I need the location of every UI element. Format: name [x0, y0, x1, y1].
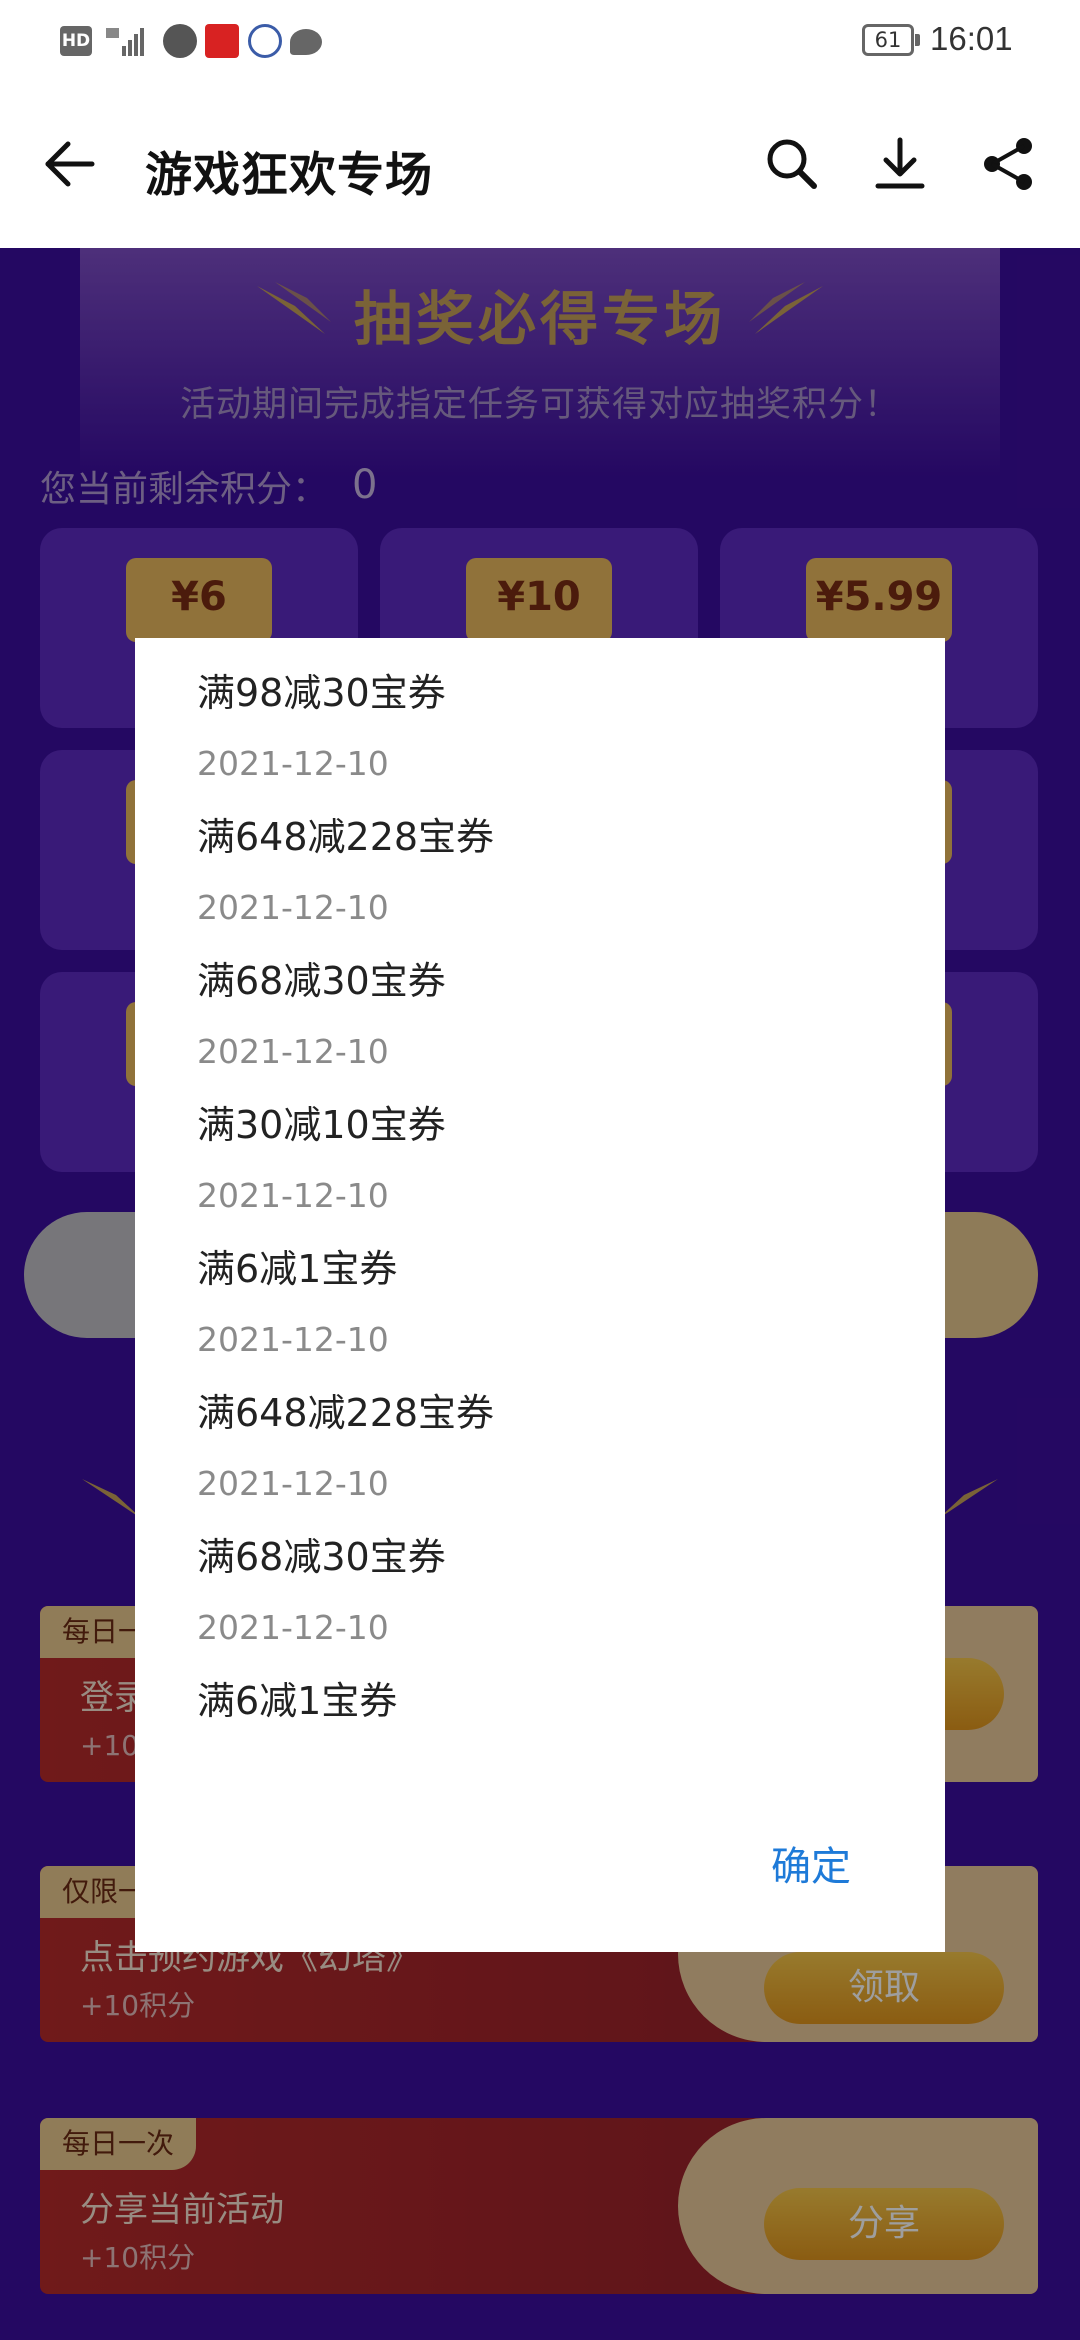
coupon-date: 2021-12-10 — [197, 744, 389, 783]
list-item: 满68减30宝券 2021-12-10 — [197, 956, 917, 1074]
list-item: 满30减10宝券 2021-12-10 — [197, 1100, 917, 1218]
coupon-name: 满648减228宝券 — [197, 815, 495, 859]
list-item: 满6减1宝券 — [197, 1676, 917, 1726]
coupon-date: 2021-12-10 — [197, 1608, 389, 1647]
coupon-date: 2021-12-10 — [197, 1320, 389, 1359]
app-notification-icon — [163, 24, 197, 58]
coupon-name: 满6减1宝券 — [197, 1679, 398, 1723]
clock: 16:01 — [930, 20, 1013, 57]
back-arrow-icon[interactable] — [40, 134, 100, 194]
coupon-name: 满68减30宝券 — [197, 959, 446, 1003]
search-icon[interactable] — [762, 134, 822, 194]
coupon-name: 满98减30宝券 — [197, 671, 446, 715]
coupon-date: 2021-12-10 — [197, 888, 389, 927]
list-item: 满648减228宝券 2021-12-10 — [197, 812, 917, 930]
message-icon — [290, 29, 322, 55]
coupon-name: 满68减30宝券 — [197, 1535, 446, 1579]
coupon-date: 2021-12-10 — [197, 1464, 389, 1503]
list-item: 满6减1宝券 2021-12-10 — [197, 1244, 917, 1362]
page-title: 游戏狂欢专场 — [145, 148, 433, 203]
list-item: 满98减30宝券 2021-12-10 — [197, 668, 917, 786]
confirm-button[interactable]: 确定 — [731, 1832, 891, 1902]
signal-5g-icon — [106, 28, 144, 56]
coupon-name: 满648减228宝券 — [197, 1391, 495, 1435]
status-bar: HD 61 16:01 — [0, 0, 1080, 82]
battery-icon: 61 — [862, 24, 914, 56]
coupon-date: 2021-12-10 — [197, 1032, 389, 1071]
list-item: 满68减30宝券 2021-12-10 — [197, 1532, 917, 1650]
app-notification-icon — [205, 24, 239, 58]
coupon-name: 满6减1宝券 — [197, 1247, 398, 1291]
list-item: 满648减228宝券 2021-12-10 — [197, 1388, 917, 1506]
share-icon[interactable] — [978, 134, 1038, 194]
coupon-list-dialog: 满98减30宝券 2021-12-10 满648减228宝券 2021-12-1… — [135, 638, 945, 1952]
coupon-name: 满30减10宝券 — [197, 1103, 446, 1147]
app-notification-icon — [248, 24, 282, 58]
app-bar: 游戏狂欢专场 — [0, 82, 1080, 248]
coupon-list[interactable]: 满98减30宝券 2021-12-10 满648减228宝券 2021-12-1… — [135, 638, 945, 1748]
coupon-date: 2021-12-10 — [197, 1176, 389, 1215]
hd-icon: HD — [60, 26, 92, 56]
battery-tip — [915, 34, 920, 46]
download-icon[interactable] — [870, 134, 930, 194]
